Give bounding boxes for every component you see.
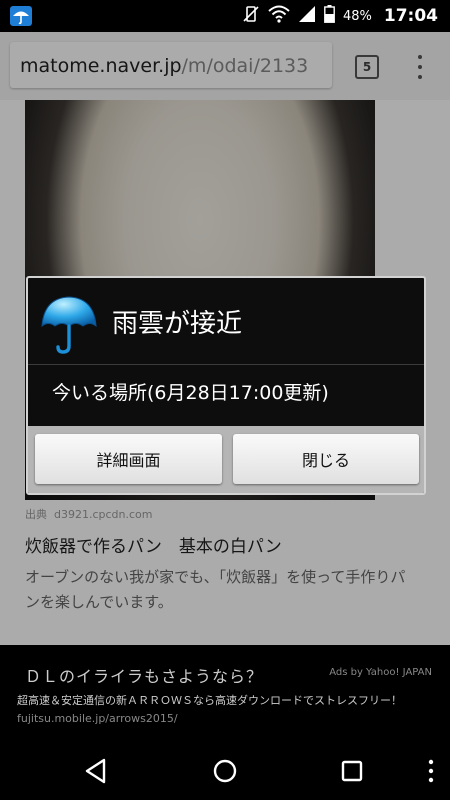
ad-headline[interactable]: ＤＬのイライラもさようなら？: [25, 663, 263, 687]
dialog-divider: [28, 364, 424, 365]
recent-apps-icon[interactable]: [337, 756, 367, 786]
ad-banner[interactable]: ＤＬのイライラもさようなら？ Ads by Yahoo! JAPAN 超高速＆安…: [0, 645, 450, 742]
battery-percent: 48%: [342, 8, 372, 24]
clock: 17:04: [383, 6, 438, 26]
battery-icon: [324, 5, 335, 27]
vibrate-icon: [242, 5, 260, 27]
ad-body[interactable]: 超高速＆安定通信の新ＡＲＲＯＷＳなら高速ダウンロードでストレスフリー！: [17, 692, 402, 708]
navigation-bar: [0, 742, 450, 800]
dialog-header: 雨雲が接近: [28, 278, 424, 364]
nav-overflow-icon[interactable]: [426, 758, 436, 784]
close-button[interactable]: 閉じる: [233, 434, 419, 484]
home-icon[interactable]: [210, 756, 240, 786]
wifi-icon: [268, 5, 290, 27]
dialog-button-bar: 詳細画面 閉じる: [28, 426, 424, 493]
status-bar: 48% 17:04: [0, 0, 450, 32]
details-button[interactable]: 詳細画面: [35, 434, 222, 484]
umbrella-notification-icon: [10, 6, 32, 26]
rain-alert-dialog: 雨雲が接近 今いる場所(6月28日17:00更新) 詳細画面 閉じる: [26, 276, 426, 495]
ads-by-label: Ads by Yahoo! JAPAN: [329, 667, 432, 678]
ad-url[interactable]: fujitsu.mobile.jp/arrows2015/: [17, 712, 178, 725]
umbrella-icon: [40, 293, 98, 355]
dialog-message: 今いる場所(6月28日17:00更新): [52, 382, 329, 404]
dialog-title: 雨雲が接近: [112, 309, 243, 339]
signal-icon: [298, 5, 316, 27]
back-icon[interactable]: [82, 756, 112, 786]
